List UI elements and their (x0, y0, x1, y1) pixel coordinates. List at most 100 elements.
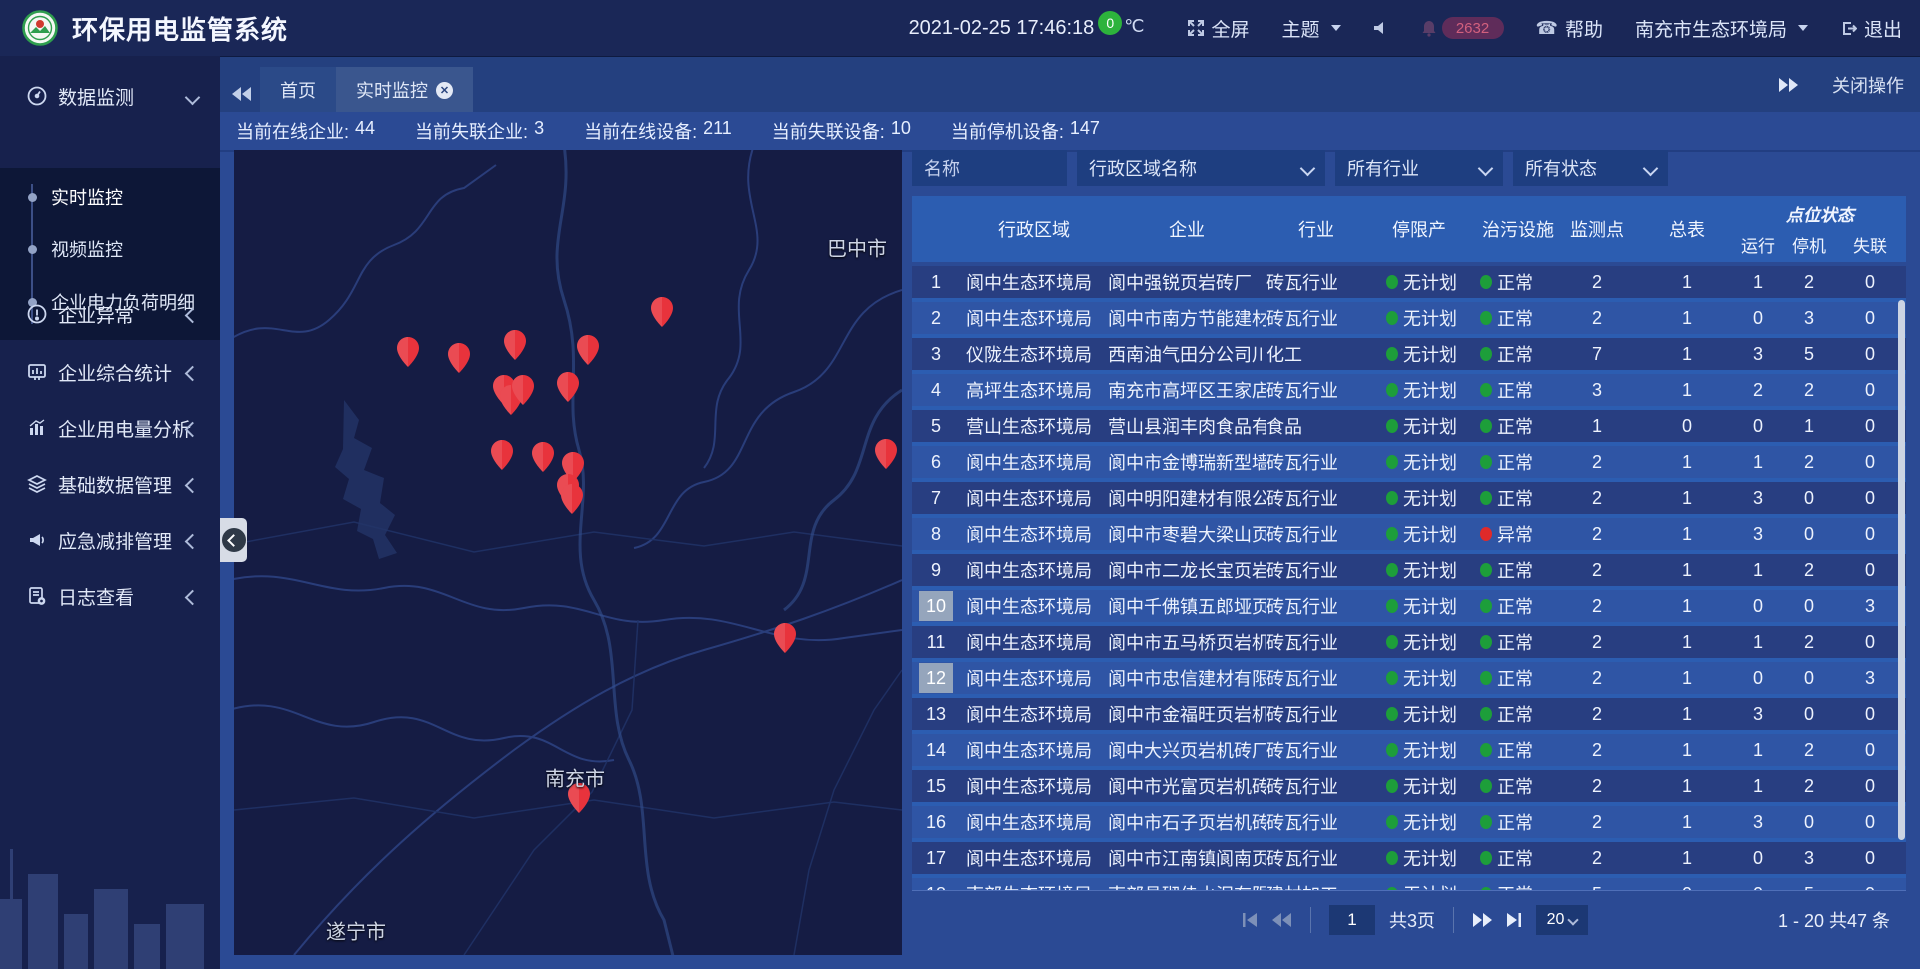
cell-run: 0 (1732, 302, 1784, 334)
region-select[interactable]: 行政区域名称 (1077, 150, 1325, 186)
table-row[interactable]: 3仪陇生态环境局西南油气田分公司川中化工无计划正常71350 (912, 338, 1906, 370)
cell-industry: 建材加工 (1266, 878, 1366, 890)
first-page-icon[interactable] (1242, 913, 1258, 927)
cell-run: 1 (1732, 734, 1784, 766)
name-search-input[interactable]: 名称 (912, 150, 1067, 186)
cell-facility-status: 正常 (1472, 590, 1564, 622)
table-row[interactable]: 7阆中生态环境局阆中明阳建材有限公司砖瓦行业无计划正常21300 (912, 482, 1906, 514)
stat-item: 当前在线企业:44 (236, 118, 375, 144)
stats-bar: 当前在线企业:44当前失联企业:3当前在线设备:211当前失联设备:10当前停机… (220, 112, 1920, 152)
help-button[interactable]: ☎ 帮助 (1520, 15, 1619, 42)
cell-region: 阆中生态环境局 (960, 302, 1114, 334)
cell-meters: 1 (1642, 518, 1732, 550)
notifications[interactable]: 2632 (1405, 17, 1520, 39)
table-row[interactable]: 17阆中生态环境局阆中市江南镇阆南页岩砖瓦行业无计划正常21030 (912, 842, 1906, 874)
cell-industry: 砖瓦行业 (1266, 554, 1366, 586)
sidebar-item-video-monitor[interactable]: 视频监控 (0, 232, 220, 266)
table-row[interactable]: 1阆中生态环境局阆中强锐页岩砖厂砖瓦行业无计划正常21120 (912, 266, 1906, 298)
map-pin[interactable] (874, 438, 898, 470)
cell-region: 阆中生态环境局 (960, 698, 1114, 730)
close-operations-button[interactable]: 关闭操作 (1832, 72, 1904, 98)
sidebar-item-power-analysis[interactable]: 企业用电量分析 (0, 406, 220, 450)
mute-button[interactable] (1357, 20, 1405, 36)
status-dot-green (1480, 275, 1492, 289)
sidebar-item-realtime-monitor[interactable]: 实时监控 (0, 180, 220, 214)
last-page-icon[interactable] (1506, 913, 1522, 927)
scroll-tabs-right-icon[interactable] (1778, 78, 1798, 92)
help-label: 帮助 (1565, 15, 1603, 42)
scrollbar-thumb[interactable] (1898, 300, 1905, 840)
map-pin[interactable] (650, 296, 674, 328)
table-row[interactable]: 15阆中生态环境局阆中市光富页岩机砖厂砖瓦行业无计划正常21120 (912, 770, 1906, 802)
map-pin[interactable] (560, 483, 584, 515)
map-panel[interactable]: 巴中市南充市遂宁市 (234, 150, 902, 955)
sidebar-item-enterprise-abnormal[interactable]: 企业异常 (0, 292, 220, 336)
row-number: 4 (912, 374, 960, 406)
cell-points: 2 (1552, 734, 1642, 766)
status-dot-green (1386, 743, 1398, 757)
prev-page-icon[interactable] (1272, 913, 1292, 927)
sidebar-item-enterprise-statistics[interactable]: 企业综合统计 (0, 350, 220, 394)
industry-select[interactable]: 所有行业 (1335, 150, 1503, 186)
map-pin[interactable] (531, 441, 555, 473)
cell-stopped: 2 (1784, 554, 1834, 586)
map-pin[interactable] (556, 371, 580, 403)
logout-button[interactable]: 退出 (1824, 15, 1902, 42)
sidebar-item-logs[interactable]: 日志查看 (0, 574, 220, 618)
table-row[interactable]: 13阆中生态环境局阆中市金福旺页岩机砖砖瓦行业无计划正常21300 (912, 698, 1906, 730)
cell-facility-status: 正常 (1472, 842, 1564, 874)
table-row[interactable]: 5营山生态环境局营山县润丰肉食品有限食品无计划正常10010 (912, 410, 1906, 442)
tab-home[interactable]: 首页 (260, 67, 336, 113)
map-pin[interactable] (490, 439, 514, 471)
fullscreen-button[interactable]: 全屏 (1171, 15, 1266, 42)
map-pin[interactable] (396, 336, 420, 368)
sidebar-item-data-monitor[interactable]: 数据监测 (0, 74, 220, 118)
table-row[interactable]: 11阆中生态环境局阆中市五马桥页岩机砖砖瓦行业无计划正常21120 (912, 626, 1906, 658)
scroll-tabs-left-icon[interactable] (232, 87, 252, 101)
table-row[interactable]: 6阆中生态环境局阆中市金博瑞新型墙材砖瓦行业无计划正常21120 (912, 446, 1906, 478)
cell-meters: 1 (1642, 770, 1732, 802)
cell-company: 阆中千佛镇五郎垭页岩 (1108, 590, 1266, 622)
table-row[interactable]: 16阆中生态环境局阆中市石子页岩机砖厂砖瓦行业无计划正常21300 (912, 806, 1906, 838)
cell-run: 3 (1732, 338, 1784, 370)
next-page-icon[interactable] (1472, 913, 1492, 927)
status-select[interactable]: 所有状态 (1513, 150, 1668, 186)
cell-stop-status: 无计划 (1366, 410, 1472, 442)
cell-region: 营山生态环境局 (960, 410, 1114, 442)
map-pin[interactable] (511, 374, 535, 406)
cell-company: 阆中市忠信建材有限公 (1108, 662, 1266, 694)
map-pin[interactable] (576, 334, 600, 366)
table-row[interactable]: 14阆中生态环境局阆中大兴页岩机砖厂砖瓦行业无计划正常21120 (912, 734, 1906, 766)
cell-facility-status: 正常 (1472, 266, 1564, 298)
table-row[interactable]: 18南部生态环境局南部县砌佳水泥有限公建材加工无计划正常50050 (912, 878, 1906, 890)
collapse-circle-icon (222, 528, 246, 552)
col-stopped: 停机 (1784, 226, 1834, 262)
close-tab-icon[interactable]: ✕ (436, 82, 453, 99)
cell-run: 0 (1732, 878, 1784, 890)
map-pin[interactable] (503, 329, 527, 361)
row-number: 5 (912, 410, 960, 442)
org-dropdown[interactable]: 南充市生态环境局 (1619, 15, 1824, 42)
table-row[interactable]: 10阆中生态环境局阆中千佛镇五郎垭页岩砖瓦行业无计划正常21003 (912, 590, 1906, 622)
cell-region: 阆中生态环境局 (960, 626, 1114, 658)
notification-count-badge[interactable]: 2632 (1442, 17, 1504, 39)
table-row[interactable]: 2阆中生态环境局阆中市南方节能建材有砖瓦行业无计划正常21030 (912, 302, 1906, 334)
map-pin[interactable] (773, 622, 797, 654)
page-size-select[interactable]: 20 (1536, 905, 1588, 935)
tab-realtime-monitor[interactable]: 实时监控 ✕ (336, 67, 473, 113)
cell-region: 仪陇生态环境局 (960, 338, 1114, 370)
status-dot-green (1480, 455, 1492, 469)
map-pin[interactable] (447, 342, 471, 374)
sidebar-item-emergency-reduction[interactable]: 应急减排管理 (0, 518, 220, 562)
sidebar-collapse-handle[interactable] (220, 518, 247, 562)
theme-dropdown[interactable]: 主题 (1266, 15, 1357, 42)
table-row[interactable]: 9阆中生态环境局阆中市二龙长宝页岩砖砖瓦行业无计划正常21120 (912, 554, 1906, 586)
table-row[interactable]: 8阆中生态环境局阆中市枣碧大梁山页岩砖瓦行业无计划异常21300 (912, 518, 1906, 550)
sidebar-item-base-data[interactable]: 基础数据管理 (0, 462, 220, 506)
status-dot-green (1480, 851, 1492, 865)
cell-points: 3 (1552, 374, 1642, 406)
table-row[interactable]: 4高坪生态环境局南充市高坪区王家店建砖瓦行业无计划正常31220 (912, 374, 1906, 406)
page-number-input[interactable]: 1 (1329, 905, 1375, 935)
status-dot-green (1480, 635, 1492, 649)
table-row[interactable]: 12阆中生态环境局阆中市忠信建材有限公砖瓦行业无计划正常21003 (912, 662, 1906, 694)
